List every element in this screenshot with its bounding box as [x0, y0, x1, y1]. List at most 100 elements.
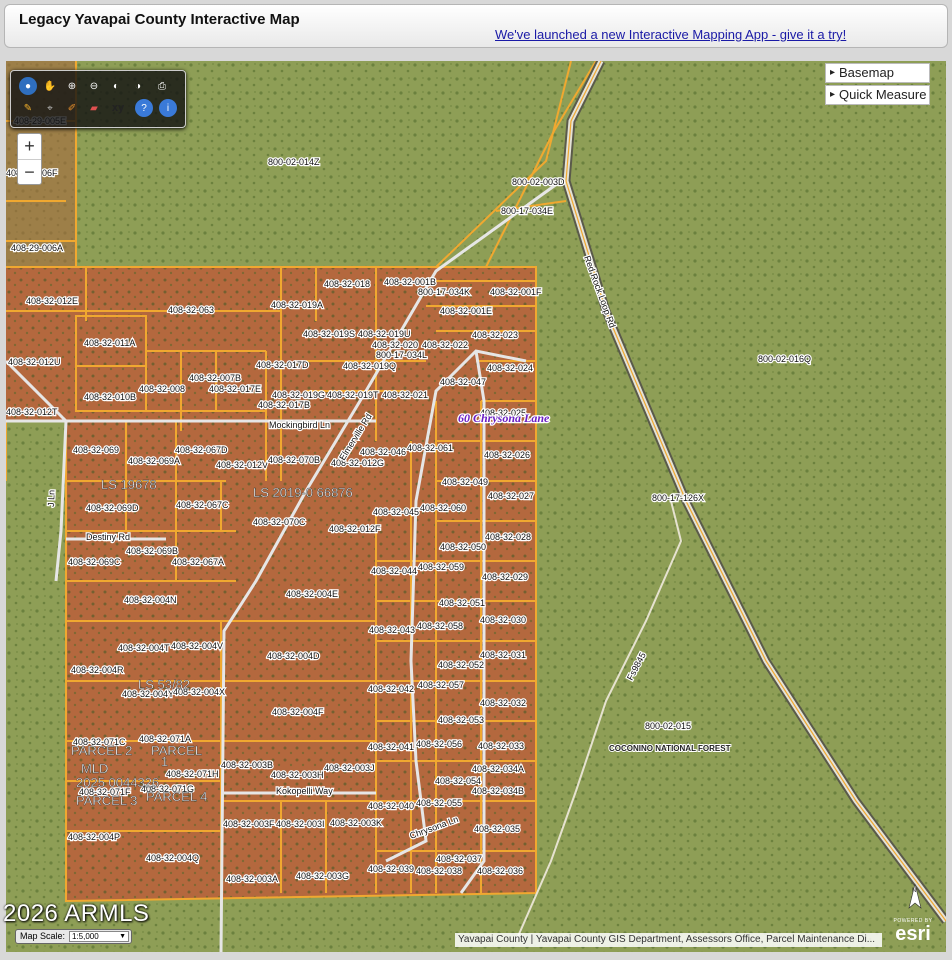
svg-text:408-32-003F: 408-32-003F — [223, 819, 275, 829]
xy-coordinate-button[interactable]: xy — [109, 99, 127, 117]
svg-text:2025 0044326: 2025 0044326 — [76, 775, 159, 790]
app-header: Legacy Yavapai County Interactive Map We… — [4, 4, 948, 48]
svg-text:408-32-046: 408-32-046 — [360, 447, 406, 457]
svg-text:408-32-004E: 408-32-004E — [286, 589, 338, 599]
svg-text:408-32-039: 408-32-039 — [368, 864, 414, 874]
armls-watermark: 2026 ARMLS — [3, 900, 150, 927]
eraser-icon[interactable]: ▰ — [85, 99, 103, 117]
svg-text:408-32-004D: 408-32-004D — [267, 651, 320, 661]
svg-text:408-32-055: 408-32-055 — [416, 798, 462, 808]
svg-text:408-32-004N: 408-32-004N — [124, 595, 177, 605]
svg-text:408-32-012F: 408-32-012F — [329, 524, 381, 534]
svg-text:PARCEL 4: PARCEL 4 — [146, 789, 207, 804]
svg-text:COCONINO NATIONAL FOREST: COCONINO NATIONAL FOREST — [609, 744, 731, 753]
svg-text:408-32-011A: 408-32-011A — [84, 338, 135, 348]
svg-text:408-32-063: 408-32-063 — [168, 305, 214, 315]
svg-text:408-32-019S: 408-32-019S — [303, 329, 355, 339]
help-icon[interactable]: ? — [135, 99, 153, 117]
svg-text:LS 2019-0 66876: LS 2019-0 66876 — [253, 485, 353, 500]
svg-text:408-32-044: 408-32-044 — [371, 566, 417, 576]
identify-icon[interactable]: ✐ — [63, 99, 81, 117]
svg-text:408-32-019G: 408-32-019G — [272, 390, 325, 400]
measure-icon[interactable]: ✎ — [19, 99, 37, 117]
svg-text:408-32-017E: 408-32-017E — [209, 384, 261, 394]
svg-text:408-32-067A: 408-32-067A — [172, 557, 224, 567]
map-canvas[interactable]: 408-29-005E 800-02-014Z 408-29-006F 408-… — [6, 61, 946, 952]
svg-text:408-32-017B: 408-32-017B — [258, 400, 310, 410]
svg-text:MLD: MLD — [81, 761, 108, 776]
globe-icon[interactable]: ● — [19, 77, 37, 95]
zoom-out-button[interactable]: − — [18, 159, 41, 185]
svg-text:Kokopelli Way: Kokopelli Way — [276, 786, 333, 796]
info-icon[interactable]: i — [159, 99, 177, 117]
esri-logo: POWERED BY esri — [888, 918, 938, 948]
svg-text:408-32-040: 408-32-040 — [368, 801, 414, 811]
svg-text:408-32-033: 408-32-033 — [478, 741, 524, 751]
svg-text:408-32-019Q: 408-32-019Q — [343, 361, 396, 371]
svg-text:408-32-057: 408-32-057 — [418, 680, 464, 690]
svg-text:408-32-003I: 408-32-003I — [276, 819, 325, 829]
svg-text:408-32-001E: 408-32-001E — [440, 306, 492, 316]
svg-text:408-32-069B: 408-32-069B — [126, 546, 178, 556]
svg-text:408-32-019T: 408-32-019T — [327, 390, 379, 400]
basemap-button[interactable]: Basemap — [825, 63, 930, 83]
map-imagery: 408-29-005E 800-02-014Z 408-29-006F 408-… — [6, 61, 946, 952]
svg-text:408-32-012E: 408-32-012E — [26, 296, 78, 306]
svg-text:408-32-069: 408-32-069 — [73, 445, 119, 455]
svg-text:408-32-058: 408-32-058 — [417, 621, 463, 631]
svg-text:408-32-012V: 408-32-012V — [216, 460, 268, 470]
zoom-control: + − — [17, 133, 42, 185]
quick-measure-button[interactable]: Quick Measure — [825, 85, 930, 105]
svg-text:Mockingbird Ln: Mockingbird Ln — [269, 420, 330, 430]
zoom-previous-icon[interactable]: ◐ — [107, 77, 125, 95]
svg-text:800-17-126X: 800-17-126X — [652, 493, 704, 503]
svg-text:408-32-003K: 408-32-003K — [330, 818, 382, 828]
svg-text:408-32-007B: 408-32-007B — [189, 373, 241, 383]
svg-text:LS 19678: LS 19678 — [101, 477, 157, 492]
svg-text:408-32-041: 408-32-041 — [368, 742, 414, 752]
svg-text:408-32-010B: 408-32-010B — [84, 392, 136, 402]
new-mapping-app-link[interactable]: We've launched a new Interactive Mapping… — [495, 27, 846, 42]
svg-text:408-32-070C: 408-32-070C — [253, 517, 306, 527]
draw-icon[interactable]: ⌖ — [41, 99, 59, 117]
zoom-out-icon[interactable]: ⊖ — [85, 77, 103, 95]
svg-text:408-32-043: 408-32-043 — [369, 625, 415, 635]
svg-text:408-32-051: 408-32-051 — [439, 598, 485, 608]
app-title: Legacy Yavapai County Interactive Map — [19, 11, 300, 28]
svg-text:408-32-035: 408-32-035 — [474, 824, 520, 834]
esri-logo-text: esri — [895, 923, 931, 945]
svg-text:408-32-053: 408-32-053 — [438, 715, 484, 725]
zoom-in-button[interactable]: + — [18, 134, 41, 159]
svg-text:408-29-006A: 408-29-006A — [11, 243, 63, 253]
svg-text:408-32-026: 408-32-026 — [484, 450, 530, 460]
svg-text:408-32-024: 408-32-024 — [487, 363, 533, 373]
zoom-in-icon[interactable]: ⊕ — [63, 77, 81, 95]
svg-text:408-32-036: 408-32-036 — [477, 866, 523, 876]
svg-text:408-32-060: 408-32-060 — [420, 503, 466, 513]
print-icon[interactable]: ⎙ — [153, 77, 171, 95]
svg-text:408-32-069D: 408-32-069D — [86, 503, 139, 513]
svg-text:408-32-067D: 408-32-067D — [175, 445, 228, 455]
svg-text:408-32-003B: 408-32-003B — [221, 760, 273, 770]
svg-text:408-32-047: 408-32-047 — [440, 377, 486, 387]
map-scale-select[interactable]: 1:5,000 ▼ — [69, 931, 129, 942]
north-label: N — [912, 888, 916, 894]
svg-text:LS 53/82: LS 53/82 — [138, 677, 190, 692]
svg-text:408-32-038: 408-32-038 — [416, 866, 462, 876]
svg-text:408-32-018: 408-32-018 — [324, 279, 370, 289]
svg-text:408-32-001F: 408-32-001F — [490, 287, 542, 297]
svg-text:1: 1 — [161, 754, 168, 769]
pan-hand-icon[interactable]: ✋ — [41, 77, 59, 95]
svg-text:800-02-016Q: 800-02-016Q — [758, 354, 811, 364]
north-arrow-icon: N — [908, 883, 922, 909]
svg-text:408-32-023: 408-32-023 — [472, 330, 518, 340]
svg-text:408-32-008: 408-32-008 — [139, 384, 185, 394]
svg-text:408-32-070B: 408-32-070B — [268, 455, 320, 465]
svg-text:408-32-004R: 408-32-004R — [71, 665, 124, 675]
svg-text:408-32-061: 408-32-061 — [407, 443, 453, 453]
svg-text:PARCEL 2: PARCEL 2 — [71, 743, 132, 758]
zoom-next-icon[interactable]: ◑ — [129, 77, 147, 95]
svg-text:Destiny Rd: Destiny Rd — [86, 532, 130, 542]
svg-text:408-32-037: 408-32-037 — [436, 854, 482, 864]
svg-text:408-32-004Q: 408-32-004Q — [146, 853, 199, 863]
